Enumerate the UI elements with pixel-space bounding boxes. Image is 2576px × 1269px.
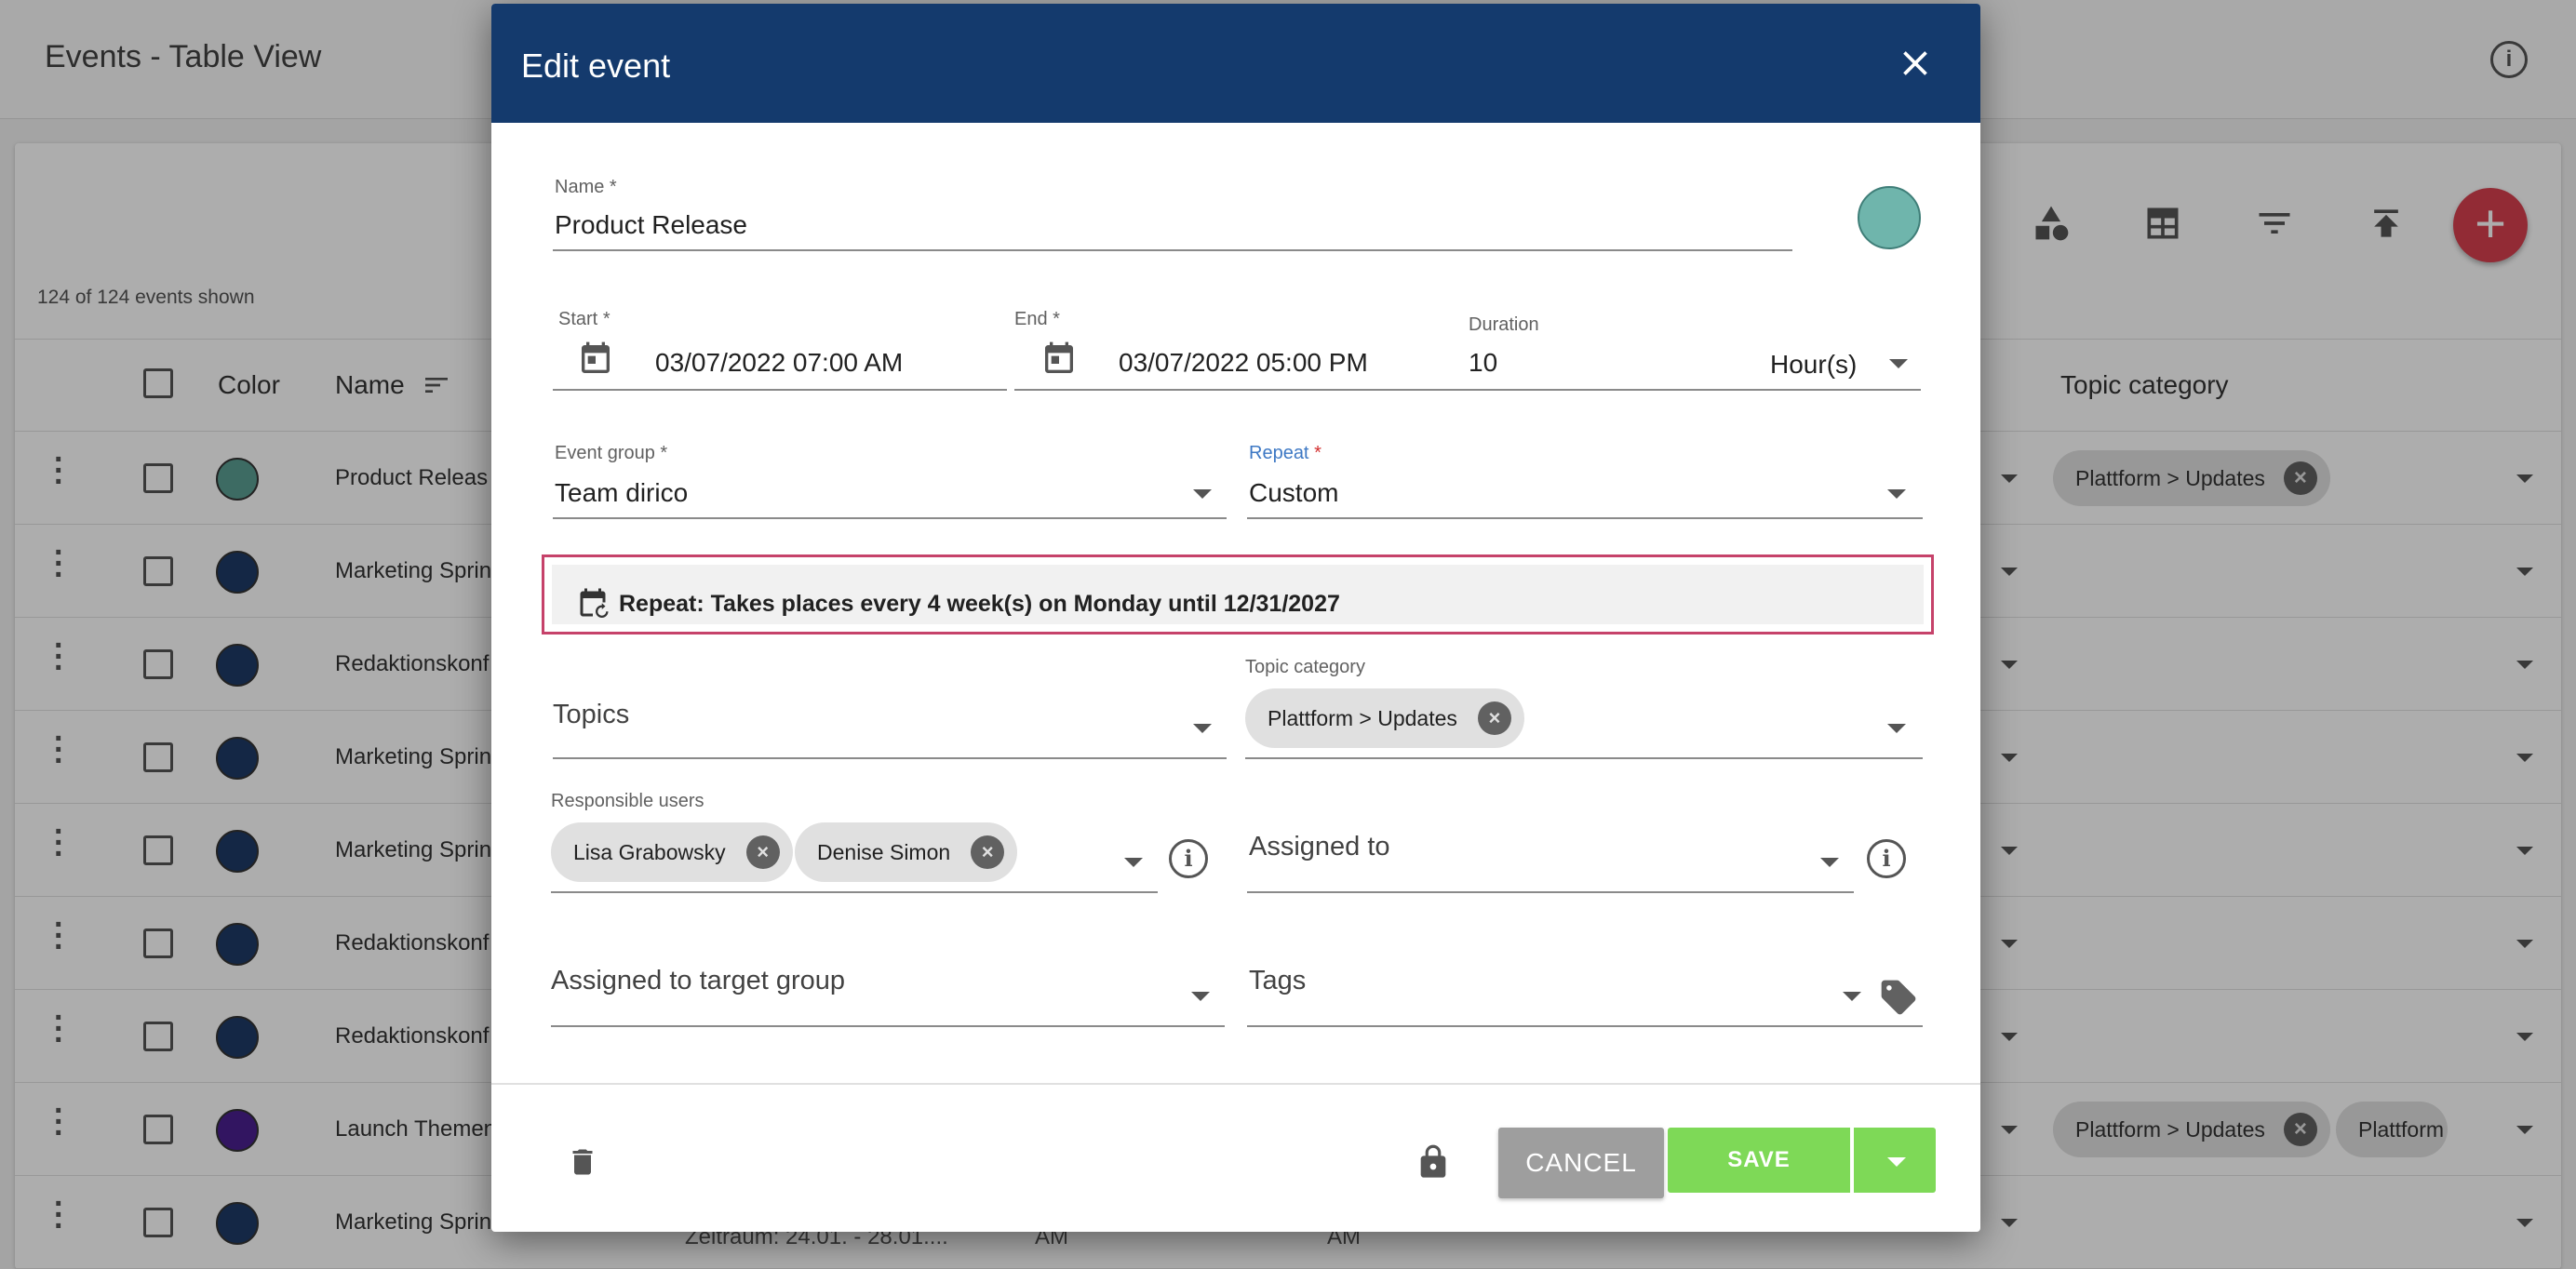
topic-category-select[interactable] (1245, 757, 1923, 759)
chevron-down-icon[interactable] (1191, 992, 1210, 1001)
end-datetime-input[interactable]: 03/07/2022 05:00 PM (1119, 348, 1368, 378)
calendar-repeat-icon (580, 588, 609, 618)
responsible-user-chip: Denise Simon × (795, 822, 1018, 882)
assigned-to-target-group-label: Assigned to target group (551, 966, 845, 995)
info-icon[interactable]: i (1867, 839, 1906, 878)
lock-icon[interactable] (1415, 1141, 1452, 1183)
chevron-down-icon[interactable] (1887, 489, 1906, 499)
repeat-underline (1247, 517, 1923, 519)
chip-label: Denise Simon (817, 840, 951, 864)
duration-label: Duration (1469, 314, 1539, 335)
color-picker-button[interactable] (1858, 186, 1921, 249)
remove-chip-icon[interactable]: × (1477, 701, 1511, 735)
responsible-users-label: Responsible users (551, 791, 704, 811)
dialog-header: Edit event (491, 4, 1980, 123)
remove-chip-icon[interactable]: × (971, 835, 1005, 869)
cancel-button[interactable]: CANCEL (1498, 1128, 1664, 1198)
save-options-button[interactable] (1852, 1128, 1936, 1193)
name-label: Name * (555, 177, 617, 197)
topic-category-label: Topic category (1245, 657, 1365, 677)
calendar-icon[interactable] (577, 341, 614, 378)
repeat-summary-background: Repeat: Takes places every 4 week(s) on … (552, 565, 1924, 624)
info-icon[interactable]: i (1169, 839, 1208, 878)
end-underline (1014, 389, 1470, 391)
dialog-title: Edit event (521, 47, 671, 85)
save-button[interactable]: SAVE (1668, 1128, 1850, 1193)
chip-label: Plattform > Updates (1268, 706, 1457, 730)
chevron-down-icon[interactable] (1843, 992, 1861, 1001)
chevron-down-icon[interactable] (1820, 858, 1839, 867)
duration-input[interactable]: 10 (1469, 348, 1497, 378)
calendar-icon[interactable] (1040, 341, 1078, 378)
chevron-down-icon[interactable] (1193, 489, 1212, 499)
responsible-user-chip: Lisa Grabowsky × (551, 822, 793, 882)
event-group-label: Event group * (555, 443, 668, 463)
tags-select[interactable] (1247, 1025, 1923, 1027)
end-label: End * (1014, 309, 1060, 329)
event-group-select[interactable]: Team dirico (555, 478, 688, 508)
remove-chip-icon[interactable]: × (745, 835, 780, 869)
repeat-label: Repeat * (1249, 443, 1322, 463)
duration-underline (1469, 389, 1921, 391)
start-label: Start * (558, 309, 610, 329)
tags-label: Tags (1249, 966, 1307, 995)
topics-label: Topics (553, 700, 630, 729)
tags-icon (1881, 980, 1916, 1015)
name-underline (553, 249, 1792, 251)
event-group-underline (553, 517, 1227, 519)
edit-event-dialog: Edit event Name * Product Release Start … (491, 4, 1980, 1232)
topic-category-chip: Plattform > Updates × (1245, 688, 1524, 748)
topics-select[interactable] (553, 757, 1227, 759)
start-underline (553, 389, 1007, 391)
dialog-footer-divider (491, 1083, 1980, 1085)
chevron-down-icon[interactable] (1193, 724, 1212, 733)
start-datetime-input[interactable]: 03/07/2022 07:00 AM (655, 348, 903, 378)
assigned-to-select[interactable] (1247, 891, 1854, 893)
repeat-summary-text: Repeat: Takes places every 4 week(s) on … (619, 591, 1340, 617)
assigned-to-target-group-select[interactable] (551, 1025, 1225, 1027)
trash-icon[interactable] (566, 1142, 599, 1182)
chevron-down-icon[interactable] (1887, 724, 1906, 733)
chevron-down-icon (1887, 1157, 1906, 1167)
assigned-to-label: Assigned to (1249, 832, 1390, 862)
chip-label: Lisa Grabowsky (573, 840, 726, 864)
chevron-down-icon[interactable] (1124, 858, 1143, 867)
chevron-down-icon[interactable] (1889, 359, 1908, 368)
name-input[interactable]: Product Release (555, 210, 747, 240)
responsible-users-select[interactable] (551, 891, 1158, 893)
close-icon[interactable] (1895, 43, 1936, 84)
repeat-select[interactable]: Custom (1249, 478, 1338, 508)
duration-unit-select[interactable]: Hour(s) (1770, 350, 1857, 380)
repeat-summary[interactable]: Repeat: Takes places every 4 week(s) on … (542, 554, 1934, 634)
